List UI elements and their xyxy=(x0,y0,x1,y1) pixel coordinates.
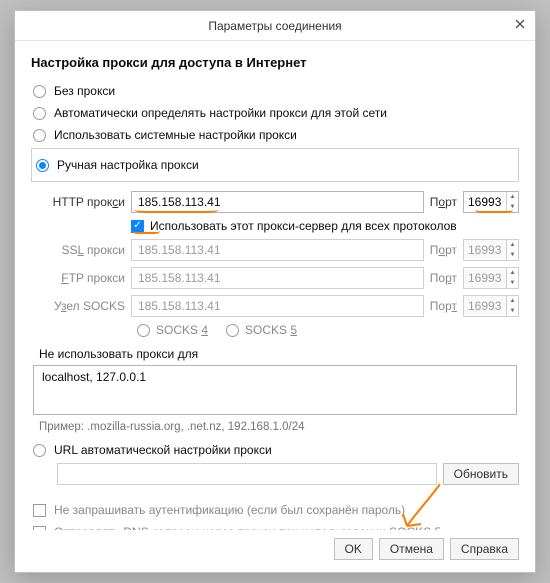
http-port-stepper[interactable]: ▲▼ xyxy=(463,191,519,213)
help-button[interactable]: Справка xyxy=(450,538,519,560)
radio-manual-proxy[interactable]: Ручная настройка прокси xyxy=(36,154,512,176)
radio-system-proxy[interactable]: Использовать системные настройки прокси xyxy=(31,124,519,146)
ok-button[interactable]: OK xyxy=(334,538,373,560)
spinner-icon: ▲▼ xyxy=(506,240,518,260)
ssl-proxy-host-input xyxy=(131,239,424,261)
radio-auto-config-url[interactable]: URL автоматической настройки прокси xyxy=(31,439,519,461)
http-proxy-host-input[interactable] xyxy=(131,191,424,213)
ssl-proxy-label: SSL прокси xyxy=(35,243,125,257)
checkbox-icon xyxy=(33,504,46,517)
checkbox-dns-over-socks5[interactable]: Отправлять DNS-запросы через прокси при … xyxy=(31,521,519,530)
port-label: Порт xyxy=(430,243,457,257)
radio-socks5: SOCKS 5 xyxy=(226,323,297,337)
radio-icon xyxy=(137,324,150,337)
noproxy-label: Не использовать прокси для xyxy=(31,343,519,365)
spinner-icon: ▲▼ xyxy=(506,296,518,316)
radio-auto-detect[interactable]: Автоматически определять настройки прокс… xyxy=(31,102,519,124)
auto-config-url-input xyxy=(57,463,437,485)
socks-proxy-label: Узел SOCKS xyxy=(35,299,125,313)
noproxy-example: Пример: .mozilla-russia.org, .net.nz, 19… xyxy=(31,421,519,439)
proxy-fields: HTTP прокси Порт ▲▼ ✓ Использовать этот … xyxy=(31,188,519,343)
radio-icon xyxy=(226,324,239,337)
ftp-proxy-host-input xyxy=(131,267,424,289)
radio-socks4: SOCKS 4 xyxy=(137,323,208,337)
auto-config-url-row: Обновить xyxy=(31,461,519,489)
socks-version-row: SOCKS 4 SOCKS 5 xyxy=(31,320,519,343)
socks-proxy-host-input xyxy=(131,295,424,317)
cancel-button[interactable]: Отмена xyxy=(379,538,444,560)
checkbox-icon: ✓ xyxy=(131,220,144,233)
socks-port-stepper: ▲▼ xyxy=(463,295,519,317)
dialog-titlebar: Параметры соединения xyxy=(15,11,535,41)
dialog-footer: OK Отмена Справка xyxy=(15,530,535,572)
port-label: Порт xyxy=(430,195,457,209)
use-for-all-row[interactable]: ✓ Использовать этот прокси-сервер для вс… xyxy=(31,216,519,236)
noproxy-textarea[interactable]: localhost, 127.0.0.1 xyxy=(33,365,517,415)
radio-icon xyxy=(33,129,46,142)
radio-no-proxy[interactable]: Без прокси xyxy=(31,80,519,102)
port-label: Порт xyxy=(430,299,457,313)
radio-icon xyxy=(33,444,46,457)
section-heading: Настройка прокси для доступа в Интернет xyxy=(31,55,519,70)
radio-icon xyxy=(33,85,46,98)
spinner-icon: ▲▼ xyxy=(506,268,518,288)
dialog-title: Параметры соединения xyxy=(208,19,341,33)
spinner-icon[interactable]: ▲▼ xyxy=(506,192,518,212)
radio-icon xyxy=(36,159,49,172)
manual-proxy-group: Ручная настройка прокси xyxy=(31,148,519,182)
ssl-proxy-row: SSL прокси Порт ▲▼ xyxy=(31,236,519,264)
ftp-proxy-row: FTP прокси Порт ▲▼ xyxy=(31,264,519,292)
close-icon[interactable] xyxy=(511,15,529,33)
ftp-port-stepper: ▲▼ xyxy=(463,267,519,289)
http-proxy-row: HTTP прокси Порт ▲▼ xyxy=(31,188,519,216)
ssl-port-stepper: ▲▼ xyxy=(463,239,519,261)
port-label: Порт xyxy=(430,271,457,285)
connection-settings-dialog: Параметры соединения Настройка прокси дл… xyxy=(14,10,536,573)
checkbox-no-auth-prompt[interactable]: Не запрашивать аутентификацию (если был … xyxy=(31,499,519,521)
ftp-proxy-label: FTP прокси xyxy=(35,271,125,285)
radio-icon xyxy=(33,107,46,120)
reload-button[interactable]: Обновить xyxy=(443,463,519,485)
socks-proxy-row: Узел SOCKS Порт ▲▼ xyxy=(31,292,519,320)
http-proxy-label: HTTP прокси xyxy=(35,195,125,209)
